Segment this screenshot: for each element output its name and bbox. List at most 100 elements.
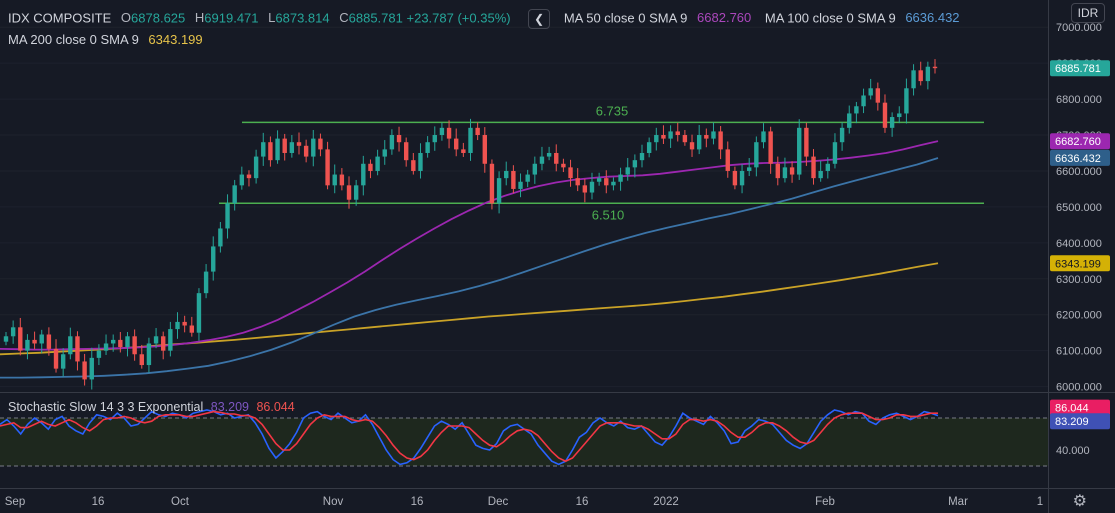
candle[interactable] [289, 142, 295, 153]
candle[interactable] [682, 135, 688, 143]
candle[interactable] [504, 170, 509, 179]
candle[interactable] [582, 185, 588, 193]
candle[interactable] [668, 131, 673, 139]
candle[interactable] [132, 336, 137, 355]
candle[interactable] [646, 142, 652, 153]
candle[interactable] [68, 336, 73, 355]
candle[interactable] [904, 88, 909, 114]
candle[interactable] [239, 174, 245, 186]
currency-button[interactable]: IDR [1071, 3, 1105, 23]
candle[interactable] [225, 203, 230, 229]
chevron-left-icon[interactable]: ❮ [528, 9, 551, 29]
candle[interactable] [761, 131, 766, 143]
candle[interactable] [496, 178, 502, 204]
candle[interactable] [118, 339, 123, 348]
candle[interactable] [375, 156, 380, 171]
horizontal-levels[interactable]: 6.735 6.510 [219, 103, 984, 222]
candle[interactable] [110, 339, 116, 344]
candle[interactable] [296, 142, 302, 146]
candle[interactable] [797, 127, 802, 175]
candle[interactable] [611, 181, 616, 186]
candle[interactable] [754, 142, 759, 168]
candle[interactable] [747, 167, 752, 171]
candle[interactable] [82, 361, 87, 380]
candle[interactable] [475, 127, 480, 136]
candle[interactable] [303, 145, 309, 157]
candle[interactable] [596, 178, 602, 182]
price-chart[interactable]: 6.7356.510 40.00086.04483.209 7000.00069… [0, 0, 1115, 513]
candle[interactable] [218, 228, 223, 247]
candle[interactable] [839, 127, 845, 143]
candle[interactable] [18, 327, 23, 351]
candle[interactable] [732, 170, 738, 186]
candle[interactable] [811, 156, 816, 179]
candle[interactable] [696, 135, 702, 150]
candle[interactable] [711, 131, 716, 139]
candle[interactable] [675, 131, 680, 136]
candle[interactable] [146, 343, 152, 366]
candle[interactable] [882, 102, 888, 128]
candle[interactable] [775, 163, 780, 179]
candle[interactable] [75, 336, 80, 362]
candle[interactable] [39, 334, 44, 344]
candle[interactable] [368, 163, 373, 171]
candle[interactable] [554, 152, 559, 164]
candle[interactable] [139, 354, 144, 366]
candle[interactable] [411, 160, 416, 171]
candle[interactable] [339, 174, 345, 186]
candle[interactable] [46, 334, 52, 349]
candle[interactable] [325, 149, 330, 186]
candle[interactable] [532, 163, 538, 175]
candle[interactable] [361, 163, 366, 186]
candle[interactable] [425, 142, 430, 153]
candle[interactable] [561, 163, 566, 168]
candle[interactable] [911, 70, 916, 89]
candle[interactable] [625, 167, 630, 175]
candle[interactable] [897, 113, 902, 118]
candle[interactable] [489, 163, 495, 204]
candle[interactable] [604, 178, 609, 186]
candle[interactable] [539, 156, 545, 164]
candle[interactable] [546, 152, 552, 157]
candle[interactable] [318, 138, 323, 150]
candle[interactable] [768, 131, 773, 164]
candle[interactable] [832, 142, 838, 164]
candle[interactable] [353, 185, 359, 200]
candle[interactable] [661, 135, 666, 139]
candle[interactable] [704, 135, 709, 139]
candle[interactable] [182, 321, 187, 326]
candle[interactable] [432, 135, 437, 143]
candle[interactable] [246, 174, 252, 179]
candle[interactable] [418, 152, 423, 171]
candlesticks[interactable] [3, 59, 938, 390]
candle[interactable] [575, 178, 580, 186]
gear-icon[interactable]: ⚙ [1073, 491, 1087, 511]
candle[interactable] [618, 174, 623, 182]
candle[interactable] [825, 163, 831, 171]
candle[interactable] [482, 135, 487, 164]
candle[interactable] [654, 135, 659, 143]
candle[interactable] [203, 271, 209, 294]
candle[interactable] [232, 185, 237, 204]
candle[interactable] [96, 350, 102, 358]
candle[interactable] [382, 149, 387, 157]
candle[interactable] [918, 70, 923, 82]
candle[interactable] [632, 160, 638, 168]
candle[interactable] [403, 142, 409, 161]
candle[interactable] [153, 336, 159, 344]
candle[interactable] [854, 106, 859, 114]
candle[interactable] [568, 167, 573, 179]
symbol-name[interactable]: IDX COMPOSITE [8, 10, 111, 25]
candle[interactable] [518, 181, 523, 189]
candle[interactable] [311, 138, 316, 157]
candle[interactable] [268, 142, 273, 161]
candle[interactable] [454, 138, 459, 150]
candle[interactable] [446, 127, 452, 139]
candle[interactable] [189, 325, 194, 333]
candle[interactable] [103, 343, 109, 351]
candle[interactable] [53, 348, 59, 369]
candle[interactable] [847, 113, 852, 128]
candle[interactable] [511, 170, 516, 189]
candle[interactable] [461, 149, 466, 153]
candle[interactable] [161, 336, 166, 351]
